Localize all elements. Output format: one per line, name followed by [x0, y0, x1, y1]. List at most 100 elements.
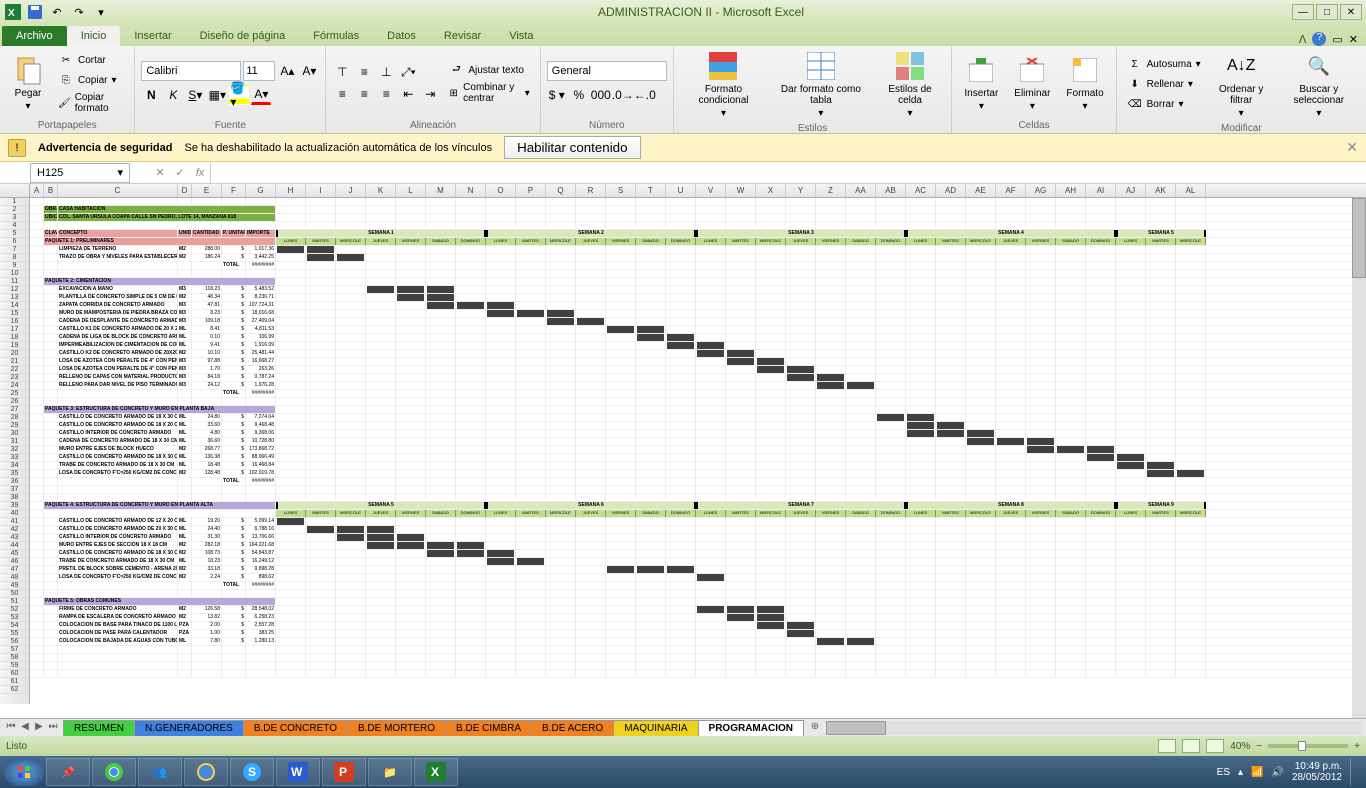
- row-header[interactable]: 30: [0, 430, 29, 438]
- col-header[interactable]: A: [30, 184, 44, 197]
- align-bottom-icon[interactable]: ⊥: [376, 62, 396, 82]
- col-header[interactable]: AC: [906, 184, 936, 197]
- window-close2-icon[interactable]: ✕: [1349, 33, 1358, 46]
- align-middle-icon[interactable]: ≡: [354, 62, 374, 82]
- cut-button[interactable]: ✂Cortar: [54, 51, 128, 69]
- close-warning-icon[interactable]: ✕: [1346, 139, 1358, 156]
- cell-styles-button[interactable]: Estilos de celda▾: [875, 48, 946, 121]
- col-header[interactable]: V: [696, 184, 726, 197]
- task-messenger-icon[interactable]: 👥: [138, 758, 182, 786]
- tab-nav-last[interactable]: ⏭: [46, 721, 60, 735]
- row-header[interactable]: 16: [0, 318, 29, 326]
- row-header[interactable]: 24: [0, 382, 29, 390]
- minimize-ribbon-icon[interactable]: ᐱ: [1299, 33, 1307, 46]
- tray-sound-icon[interactable]: 🔊: [1271, 767, 1283, 778]
- col-header[interactable]: AF: [996, 184, 1026, 197]
- col-header[interactable]: W: [726, 184, 756, 197]
- row-header[interactable]: 20: [0, 350, 29, 358]
- row-header[interactable]: 56: [0, 638, 29, 646]
- increase-font-icon[interactable]: A▴: [277, 61, 297, 81]
- increase-decimal-icon[interactable]: .0→: [613, 85, 633, 105]
- tab-nav-first[interactable]: ⏮: [4, 721, 18, 735]
- sort-filter-button[interactable]: A↓ZOrdenar y filtrar▾: [1209, 48, 1274, 121]
- task-chrome-icon[interactable]: [92, 758, 136, 786]
- format-button[interactable]: Formato▾: [1060, 52, 1109, 114]
- sheet-tab[interactable]: PROGRAMACION: [698, 720, 804, 736]
- font-size-input[interactable]: [243, 61, 275, 81]
- row-header[interactable]: 3: [0, 214, 29, 222]
- row-header[interactable]: 54: [0, 622, 29, 630]
- align-right-icon[interactable]: ≡: [376, 84, 396, 104]
- col-header[interactable]: D: [178, 184, 192, 197]
- sheet-tab[interactable]: B.DE ACERO: [531, 720, 614, 736]
- view-layout-icon[interactable]: [1182, 739, 1200, 753]
- font-color-button[interactable]: A▾: [251, 85, 271, 105]
- sheet-tab[interactable]: B.DE MORTERO: [347, 720, 446, 736]
- row-header[interactable]: 53: [0, 614, 29, 622]
- tray-up-icon[interactable]: ▴: [1238, 767, 1243, 778]
- tab-formulas[interactable]: Fórmulas: [299, 26, 373, 46]
- row-header[interactable]: 45: [0, 550, 29, 558]
- fx-icon[interactable]: fx: [190, 163, 210, 183]
- row-header[interactable]: 46: [0, 558, 29, 566]
- row-header[interactable]: 17: [0, 326, 29, 334]
- col-header[interactable]: X: [756, 184, 786, 197]
- row-header[interactable]: 43: [0, 534, 29, 542]
- tab-diseno[interactable]: Diseño de página: [186, 26, 300, 46]
- row-header[interactable]: 23: [0, 374, 29, 382]
- fill-color-button[interactable]: 🪣▾: [229, 85, 249, 105]
- insert-button[interactable]: Insertar▾: [958, 52, 1004, 114]
- task-excel-icon[interactable]: X: [414, 758, 458, 786]
- enable-content-button[interactable]: Habilitar contenido: [504, 136, 640, 159]
- row-header[interactable]: 6: [0, 238, 29, 246]
- col-header[interactable]: AA: [846, 184, 876, 197]
- sheet-tab[interactable]: B.DE CIMBRA: [445, 720, 532, 736]
- col-header[interactable]: AB: [876, 184, 906, 197]
- col-header[interactable]: AH: [1056, 184, 1086, 197]
- merge-button[interactable]: ⊞Combinar y centrar ▾: [444, 81, 533, 105]
- start-button[interactable]: [4, 758, 44, 786]
- window-restore-icon[interactable]: ▭: [1332, 33, 1342, 46]
- cancel-formula-icon[interactable]: ✕: [150, 163, 170, 183]
- align-top-icon[interactable]: ⊤: [332, 62, 352, 82]
- minimize-button[interactable]: —: [1292, 4, 1314, 20]
- tab-datos[interactable]: Datos: [373, 26, 430, 46]
- close-button[interactable]: ✕: [1340, 4, 1362, 20]
- indent-decrease-icon[interactable]: ⇤: [398, 84, 418, 104]
- row-header[interactable]: 47: [0, 566, 29, 574]
- row-header[interactable]: 2: [0, 206, 29, 214]
- col-header[interactable]: P: [516, 184, 546, 197]
- align-center-icon[interactable]: ≡: [354, 84, 374, 104]
- percent-icon[interactable]: %: [569, 85, 589, 105]
- row-header[interactable]: 34: [0, 462, 29, 470]
- currency-icon[interactable]: $ ▾: [547, 85, 567, 105]
- orientation-icon[interactable]: ⤢▾: [398, 62, 418, 82]
- col-header[interactable]: F: [222, 184, 246, 197]
- tab-revisar[interactable]: Revisar: [430, 26, 495, 46]
- row-header[interactable]: 12: [0, 286, 29, 294]
- col-header[interactable]: K: [366, 184, 396, 197]
- redo-icon[interactable]: ↷: [70, 3, 88, 21]
- row-header[interactable]: 62: [0, 686, 29, 694]
- col-header[interactable]: B: [44, 184, 58, 197]
- row-header[interactable]: 52: [0, 606, 29, 614]
- bold-button[interactable]: N: [141, 85, 161, 105]
- col-header[interactable]: R: [576, 184, 606, 197]
- col-header[interactable]: M: [426, 184, 456, 197]
- tab-file[interactable]: Archivo: [2, 26, 67, 46]
- row-header[interactable]: 18: [0, 334, 29, 342]
- sheet-tab[interactable]: RESUMEN: [63, 720, 135, 736]
- col-header[interactable]: Q: [546, 184, 576, 197]
- scroll-thumb[interactable]: [1352, 198, 1366, 278]
- row-header[interactable]: 58: [0, 654, 29, 662]
- align-left-icon[interactable]: ≡: [332, 84, 352, 104]
- horizontal-scrollbar[interactable]: [826, 721, 1362, 735]
- row-header[interactable]: 25: [0, 390, 29, 398]
- col-header[interactable]: AJ: [1116, 184, 1146, 197]
- zoom-slider[interactable]: [1268, 744, 1348, 748]
- row-header[interactable]: 61: [0, 678, 29, 686]
- row-header[interactable]: 9: [0, 262, 29, 270]
- col-header[interactable]: AL: [1176, 184, 1206, 197]
- row-header[interactable]: 19: [0, 342, 29, 350]
- col-header[interactable]: L: [396, 184, 426, 197]
